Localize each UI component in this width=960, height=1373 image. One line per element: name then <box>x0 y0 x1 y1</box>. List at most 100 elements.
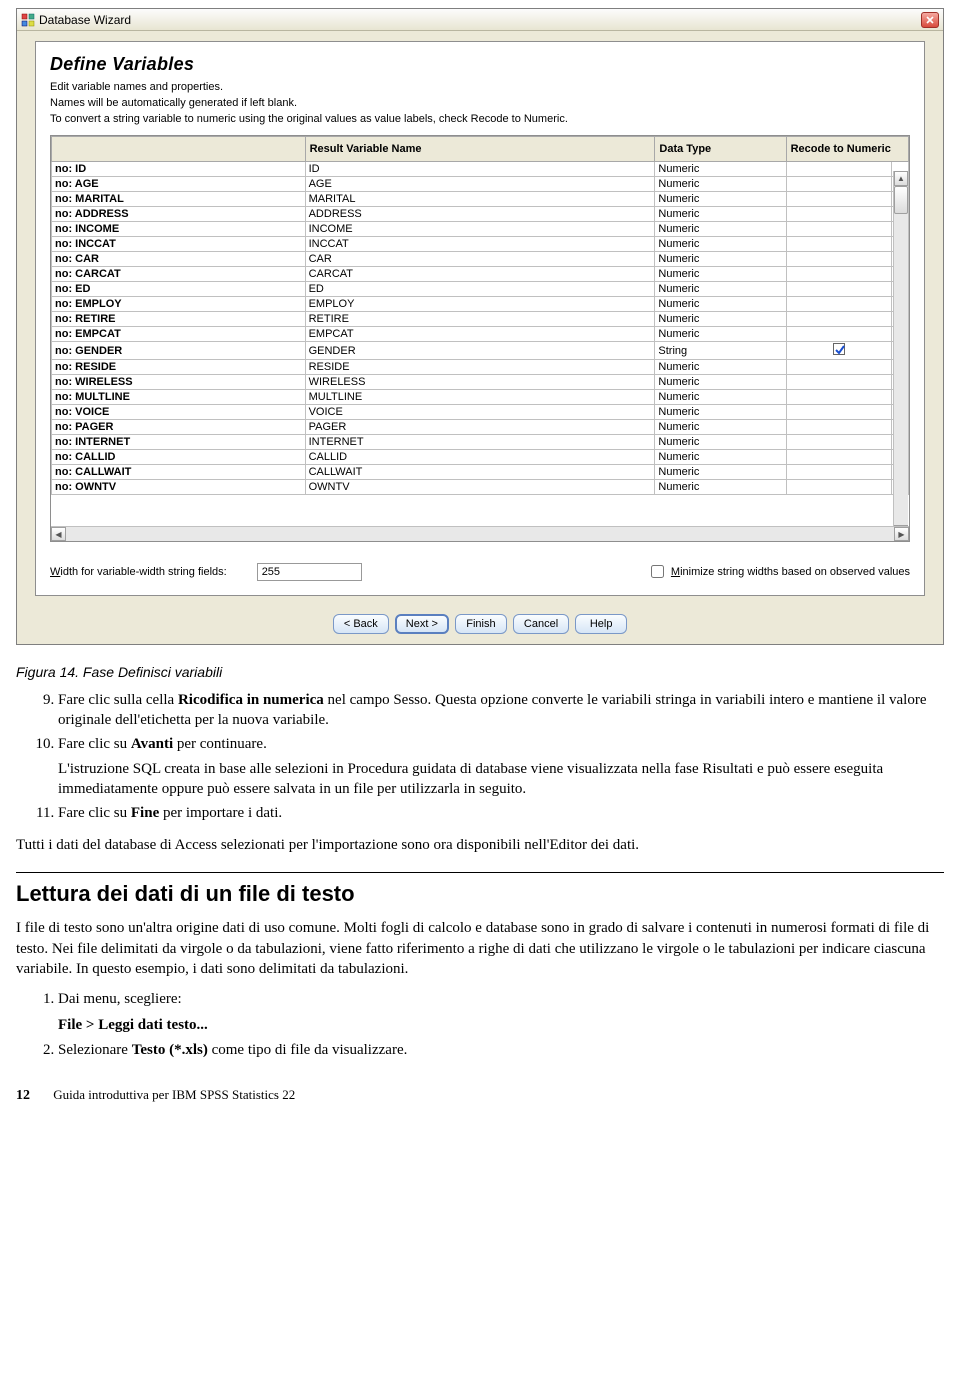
table-row[interactable]: no: RESIDERESIDENumeric <box>52 360 909 375</box>
scrollbar-thumb[interactable] <box>894 186 908 214</box>
cell-data-type[interactable]: Numeric <box>655 222 786 237</box>
table-row[interactable]: no: PAGERPAGERNumeric <box>52 420 909 435</box>
col-source[interactable] <box>52 137 306 162</box>
cell-recode[interactable] <box>786 465 891 480</box>
cancel-button[interactable]: Cancel <box>513 614 569 634</box>
cell-result-name[interactable]: RETIRE <box>305 312 655 327</box>
scroll-left-icon[interactable]: ◀ <box>51 527 66 541</box>
table-row[interactable]: no: AGEAGENumeric <box>52 177 909 192</box>
cell-source[interactable]: no: GENDER <box>52 342 306 360</box>
table-row[interactable]: no: EMPLOYEMPLOYNumeric <box>52 297 909 312</box>
cell-recode[interactable] <box>786 207 891 222</box>
cell-recode[interactable] <box>786 480 891 495</box>
cell-result-name[interactable]: GENDER <box>305 342 655 360</box>
cell-source[interactable]: no: CALLWAIT <box>52 465 306 480</box>
cell-result-name[interactable]: CALLID <box>305 450 655 465</box>
help-button[interactable]: Help <box>575 614 627 634</box>
cell-result-name[interactable]: OWNTV <box>305 480 655 495</box>
cell-result-name[interactable]: EMPCAT <box>305 327 655 342</box>
table-row[interactable]: no: EDEDNumeric <box>52 282 909 297</box>
cell-result-name[interactable]: WIRELESS <box>305 375 655 390</box>
table-row[interactable]: no: MULTLINEMULTLINENumeric <box>52 390 909 405</box>
cell-source[interactable]: no: RETIRE <box>52 312 306 327</box>
table-row[interactable]: no: CARCATCARCATNumeric <box>52 267 909 282</box>
back-button[interactable]: < Back <box>333 614 389 634</box>
cell-recode[interactable] <box>786 375 891 390</box>
cell-source[interactable]: no: PAGER <box>52 420 306 435</box>
vertical-scrollbar[interactable]: ▲ ▼ <box>893 171 908 540</box>
col-recode[interactable]: Recode to Numeric <box>786 137 908 162</box>
cell-result-name[interactable]: AGE <box>305 177 655 192</box>
table-row[interactable]: no: CALLWAITCALLWAITNumeric <box>52 465 909 480</box>
cell-source[interactable]: no: CALLID <box>52 450 306 465</box>
variables-grid[interactable]: Result Variable Name Data Type Recode to… <box>50 135 910 542</box>
table-row[interactable]: no: RETIRERETIRENumeric <box>52 312 909 327</box>
cell-source[interactable]: no: OWNTV <box>52 480 306 495</box>
cell-source[interactable]: no: INCOME <box>52 222 306 237</box>
finish-button[interactable]: Finish <box>455 614 507 634</box>
cell-source[interactable]: no: VOICE <box>52 405 306 420</box>
col-result-name[interactable]: Result Variable Name <box>305 137 655 162</box>
cell-source[interactable]: no: ADDRESS <box>52 207 306 222</box>
cell-result-name[interactable]: CALLWAIT <box>305 465 655 480</box>
cell-source[interactable]: no: ED <box>52 282 306 297</box>
scroll-right-icon[interactable]: ▶ <box>894 527 909 541</box>
scroll-up-icon[interactable]: ▲ <box>894 171 908 186</box>
cell-result-name[interactable]: MULTLINE <box>305 390 655 405</box>
width-input[interactable] <box>257 563 362 581</box>
cell-recode[interactable] <box>786 267 891 282</box>
cell-source[interactable]: no: CAR <box>52 252 306 267</box>
cell-data-type[interactable]: Numeric <box>655 162 786 177</box>
cell-recode[interactable] <box>786 450 891 465</box>
table-row[interactable]: no: CALLIDCALLIDNumeric <box>52 450 909 465</box>
cell-source[interactable]: no: INCCAT <box>52 237 306 252</box>
cell-data-type[interactable]: Numeric <box>655 480 786 495</box>
cell-recode[interactable] <box>786 177 891 192</box>
cell-source[interactable]: no: ID <box>52 162 306 177</box>
cell-result-name[interactable]: INCOME <box>305 222 655 237</box>
cell-recode[interactable] <box>786 192 891 207</box>
cell-recode[interactable] <box>786 252 891 267</box>
cell-data-type[interactable]: Numeric <box>655 420 786 435</box>
cell-recode[interactable] <box>786 237 891 252</box>
cell-data-type[interactable]: Numeric <box>655 192 786 207</box>
cell-recode[interactable] <box>786 327 891 342</box>
cell-data-type[interactable]: Numeric <box>655 252 786 267</box>
cell-data-type[interactable]: Numeric <box>655 282 786 297</box>
table-row[interactable]: no: GENDERGENDERString <box>52 342 909 360</box>
cell-recode[interactable] <box>786 360 891 375</box>
cell-source[interactable]: no: EMPLOY <box>52 297 306 312</box>
cell-source[interactable]: no: EMPCAT <box>52 327 306 342</box>
col-data-type[interactable]: Data Type <box>655 137 786 162</box>
cell-recode[interactable] <box>786 420 891 435</box>
cell-result-name[interactable]: MARITAL <box>305 192 655 207</box>
cell-data-type[interactable]: String <box>655 342 786 360</box>
table-row[interactable]: no: VOICEVOICENumeric <box>52 405 909 420</box>
cell-recode[interactable] <box>786 390 891 405</box>
table-row[interactable]: no: OWNTVOWNTVNumeric <box>52 480 909 495</box>
table-row[interactable]: no: INTERNETINTERNETNumeric <box>52 435 909 450</box>
cell-source[interactable]: no: MULTLINE <box>52 390 306 405</box>
cell-source[interactable]: no: RESIDE <box>52 360 306 375</box>
cell-result-name[interactable]: ED <box>305 282 655 297</box>
cell-recode[interactable] <box>786 312 891 327</box>
cell-result-name[interactable]: RESIDE <box>305 360 655 375</box>
cell-data-type[interactable]: Numeric <box>655 327 786 342</box>
cell-data-type[interactable]: Numeric <box>655 435 786 450</box>
cell-data-type[interactable]: Numeric <box>655 312 786 327</box>
cell-data-type[interactable]: Numeric <box>655 360 786 375</box>
cell-source[interactable]: no: CARCAT <box>52 267 306 282</box>
table-row[interactable]: no: IDIDNumeric <box>52 162 909 177</box>
cell-data-type[interactable]: Numeric <box>655 177 786 192</box>
cell-result-name[interactable]: INTERNET <box>305 435 655 450</box>
cell-result-name[interactable]: ID <box>305 162 655 177</box>
table-row[interactable]: no: CARCARNumeric <box>52 252 909 267</box>
cell-data-type[interactable]: Numeric <box>655 390 786 405</box>
cell-result-name[interactable]: CARCAT <box>305 267 655 282</box>
cell-data-type[interactable]: Numeric <box>655 450 786 465</box>
cell-data-type[interactable]: Numeric <box>655 267 786 282</box>
cell-recode[interactable] <box>786 435 891 450</box>
cell-recode[interactable] <box>786 222 891 237</box>
cell-data-type[interactable]: Numeric <box>655 375 786 390</box>
cell-data-type[interactable]: Numeric <box>655 405 786 420</box>
